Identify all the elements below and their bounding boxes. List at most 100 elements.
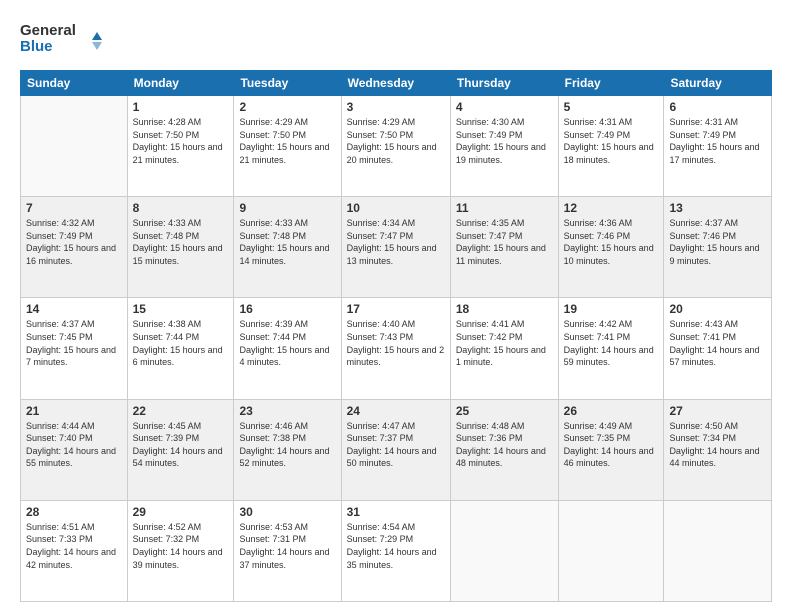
weekday-tuesday: Tuesday [234, 71, 341, 96]
day-info: Sunrise: 4:33 AMSunset: 7:48 PMDaylight:… [133, 217, 229, 267]
day-number: 8 [133, 201, 229, 215]
day-info: Sunrise: 4:51 AMSunset: 7:33 PMDaylight:… [26, 521, 122, 571]
calendar-cell: 13 Sunrise: 4:37 AMSunset: 7:46 PMDayligh… [664, 197, 772, 298]
day-number: 14 [26, 302, 122, 316]
day-info: Sunrise: 4:30 AMSunset: 7:49 PMDaylight:… [456, 116, 553, 166]
calendar-cell: 31 Sunrise: 4:54 AMSunset: 7:29 PMDayligh… [341, 500, 450, 601]
calendar-cell: 23 Sunrise: 4:46 AMSunset: 7:38 PMDayligh… [234, 399, 341, 500]
day-info: Sunrise: 4:45 AMSunset: 7:39 PMDaylight:… [133, 420, 229, 470]
logo: General Blue [20, 18, 120, 58]
week-row-1: 1 Sunrise: 4:28 AMSunset: 7:50 PMDaylight… [21, 96, 772, 197]
week-row-4: 21 Sunrise: 4:44 AMSunset: 7:40 PMDayligh… [21, 399, 772, 500]
svg-text:Blue: Blue [20, 38, 53, 55]
day-number: 13 [669, 201, 766, 215]
day-info: Sunrise: 4:47 AMSunset: 7:37 PMDaylight:… [347, 420, 445, 470]
weekday-header-row: SundayMondayTuesdayWednesdayThursdayFrid… [21, 71, 772, 96]
day-info: Sunrise: 4:31 AMSunset: 7:49 PMDaylight:… [669, 116, 766, 166]
calendar-cell [558, 500, 664, 601]
calendar-cell: 9 Sunrise: 4:33 AMSunset: 7:48 PMDaylight… [234, 197, 341, 298]
weekday-saturday: Saturday [664, 71, 772, 96]
week-row-5: 28Sunrise: 4:51 AMSunset: 7:33 PMDayligh… [21, 500, 772, 601]
day-info: Sunrise: 4:53 AMSunset: 7:31 PMDaylight:… [239, 521, 335, 571]
page: General Blue SundayMondayTuesdayWednesda… [0, 0, 792, 612]
calendar-cell: 4 Sunrise: 4:30 AMSunset: 7:49 PMDaylight… [450, 96, 558, 197]
calendar-cell: 18 Sunrise: 4:41 AMSunset: 7:42 PMDayligh… [450, 298, 558, 399]
day-number: 20 [669, 302, 766, 316]
day-number: 3 [347, 100, 445, 114]
day-info: Sunrise: 4:54 AMSunset: 7:29 PMDaylight:… [347, 521, 445, 571]
day-info: Sunrise: 4:31 AMSunset: 7:49 PMDaylight:… [564, 116, 659, 166]
day-info: Sunrise: 4:46 AMSunset: 7:38 PMDaylight:… [239, 420, 335, 470]
calendar-cell: 17 Sunrise: 4:40 AMSunset: 7:43 PMDayligh… [341, 298, 450, 399]
day-number: 22 [133, 404, 229, 418]
day-info: Sunrise: 4:52 AMSunset: 7:32 PMDaylight:… [133, 521, 229, 571]
weekday-wednesday: Wednesday [341, 71, 450, 96]
day-number: 10 [347, 201, 445, 215]
day-info: Sunrise: 4:28 AMSunset: 7:50 PMDaylight:… [133, 116, 229, 166]
calendar-cell: 15 Sunrise: 4:38 AMSunset: 7:44 PMDayligh… [127, 298, 234, 399]
calendar-cell: 2Sunrise: 4:29 AMSunset: 7:50 PMDaylight… [234, 96, 341, 197]
calendar-cell: 19Sunrise: 4:42 AMSunset: 7:41 PMDayligh… [558, 298, 664, 399]
weekday-friday: Friday [558, 71, 664, 96]
day-info: Sunrise: 4:37 AMSunset: 7:46 PMDaylight:… [669, 217, 766, 267]
day-number: 27 [669, 404, 766, 418]
day-info: Sunrise: 4:44 AMSunset: 7:40 PMDaylight:… [26, 420, 122, 470]
calendar-cell: 10Sunrise: 4:34 AMSunset: 7:47 PMDayligh… [341, 197, 450, 298]
day-number: 17 [347, 302, 445, 316]
calendar-cell: 14 Sunrise: 4:37 AMSunset: 7:45 PMDayligh… [21, 298, 128, 399]
day-number: 15 [133, 302, 229, 316]
header: General Blue [20, 18, 772, 58]
day-number: 9 [239, 201, 335, 215]
day-number: 31 [347, 505, 445, 519]
weekday-sunday: Sunday [21, 71, 128, 96]
day-number: 18 [456, 302, 553, 316]
calendar-cell: 21 Sunrise: 4:44 AMSunset: 7:40 PMDayligh… [21, 399, 128, 500]
calendar-cell: 25Sunrise: 4:48 AMSunset: 7:36 PMDayligh… [450, 399, 558, 500]
calendar-cell: 28Sunrise: 4:51 AMSunset: 7:33 PMDayligh… [21, 500, 128, 601]
day-number: 23 [239, 404, 335, 418]
day-info: Sunrise: 4:32 AMSunset: 7:49 PMDaylight:… [26, 217, 122, 267]
calendar-cell: 27 Sunrise: 4:50 AMSunset: 7:34 PMDayligh… [664, 399, 772, 500]
calendar-cell: 6 Sunrise: 4:31 AMSunset: 7:49 PMDaylight… [664, 96, 772, 197]
calendar-cell: 24Sunrise: 4:47 AMSunset: 7:37 PMDayligh… [341, 399, 450, 500]
calendar-cell: 30 Sunrise: 4:53 AMSunset: 7:31 PMDayligh… [234, 500, 341, 601]
day-number: 21 [26, 404, 122, 418]
calendar-cell [450, 500, 558, 601]
day-number: 29 [133, 505, 229, 519]
day-info: Sunrise: 4:49 AMSunset: 7:35 PMDaylight:… [564, 420, 659, 470]
day-number: 4 [456, 100, 553, 114]
logo-svg: General Blue [20, 18, 120, 58]
day-number: 19 [564, 302, 659, 316]
calendar-cell: 11 Sunrise: 4:35 AMSunset: 7:47 PMDayligh… [450, 197, 558, 298]
calendar-cell: 12 Sunrise: 4:36 AMSunset: 7:46 PMDayligh… [558, 197, 664, 298]
day-number: 12 [564, 201, 659, 215]
day-info: Sunrise: 4:48 AMSunset: 7:36 PMDaylight:… [456, 420, 553, 470]
week-row-3: 14 Sunrise: 4:37 AMSunset: 7:45 PMDayligh… [21, 298, 772, 399]
calendar-cell: 16Sunrise: 4:39 AMSunset: 7:44 PMDayligh… [234, 298, 341, 399]
day-info: Sunrise: 4:39 AMSunset: 7:44 PMDaylight:… [239, 318, 335, 368]
calendar-cell: 26 Sunrise: 4:49 AMSunset: 7:35 PMDayligh… [558, 399, 664, 500]
day-info: Sunrise: 4:33 AMSunset: 7:48 PMDaylight:… [239, 217, 335, 267]
day-number: 7 [26, 201, 122, 215]
day-info: Sunrise: 4:38 AMSunset: 7:44 PMDaylight:… [133, 318, 229, 368]
calendar-cell: 8 Sunrise: 4:33 AMSunset: 7:48 PMDaylight… [127, 197, 234, 298]
day-info: Sunrise: 4:41 AMSunset: 7:42 PMDaylight:… [456, 318, 553, 368]
day-number: 6 [669, 100, 766, 114]
day-number: 30 [239, 505, 335, 519]
calendar-cell: 22 Sunrise: 4:45 AMSunset: 7:39 PMDayligh… [127, 399, 234, 500]
day-info: Sunrise: 4:35 AMSunset: 7:47 PMDaylight:… [456, 217, 553, 267]
weekday-monday: Monday [127, 71, 234, 96]
day-number: 26 [564, 404, 659, 418]
svg-text:General: General [20, 22, 76, 39]
day-info: Sunrise: 4:29 AMSunset: 7:50 PMDaylight:… [239, 116, 335, 166]
day-number: 5 [564, 100, 659, 114]
day-info: Sunrise: 4:40 AMSunset: 7:43 PMDaylight:… [347, 318, 445, 368]
day-number: 1 [133, 100, 229, 114]
day-number: 11 [456, 201, 553, 215]
calendar-cell: 5 Sunrise: 4:31 AMSunset: 7:49 PMDaylight… [558, 96, 664, 197]
day-info: Sunrise: 4:36 AMSunset: 7:46 PMDaylight:… [564, 217, 659, 267]
calendar-cell: 3Sunrise: 4:29 AMSunset: 7:50 PMDaylight… [341, 96, 450, 197]
day-info: Sunrise: 4:37 AMSunset: 7:45 PMDaylight:… [26, 318, 122, 368]
calendar-cell: 7 Sunrise: 4:32 AMSunset: 7:49 PMDaylight… [21, 197, 128, 298]
day-info: Sunrise: 4:50 AMSunset: 7:34 PMDaylight:… [669, 420, 766, 470]
